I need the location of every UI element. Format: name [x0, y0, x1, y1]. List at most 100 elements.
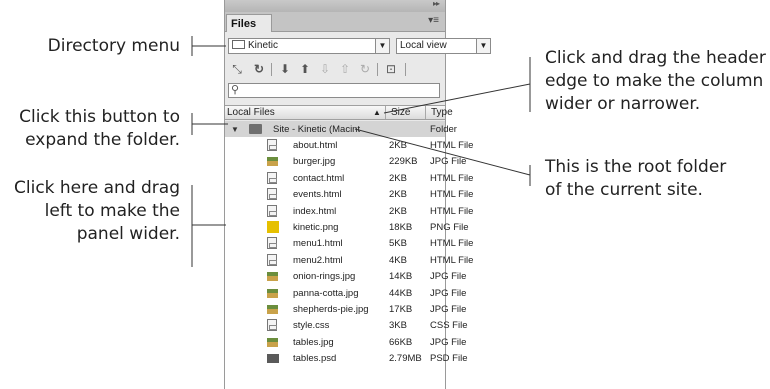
- file-size: 66KB: [389, 336, 413, 348]
- sort-ascending-icon[interactable]: ▲: [373, 108, 381, 117]
- callout-line: left to make the: [44, 201, 180, 221]
- callout-line: Directory menu: [47, 36, 180, 56]
- css-file-icon: [267, 319, 277, 332]
- file-size: 17KB: [389, 304, 413, 315]
- file-name: shepherds-pie.jpg: [293, 304, 369, 315]
- callout-line: Click this button to: [19, 107, 180, 127]
- file-list: ▼ Site - Kinetic (Macint Folder about.ht…: [225, 121, 473, 389]
- file-search-input[interactable]: ⚲: [228, 83, 440, 98]
- site-directory-menu[interactable]: Kinetic ▼: [228, 38, 390, 54]
- html-file-icon: [267, 171, 277, 184]
- toolbar-divider: [405, 63, 406, 76]
- callout-root-folder: This is the root folder of the current s…: [545, 156, 770, 202]
- panel-options-menu-icon[interactable]: ▾≡: [428, 15, 439, 26]
- expand-folder-icon[interactable]: ▼: [231, 125, 239, 134]
- html-file-icon: [267, 188, 277, 201]
- leader-directory-menu: [191, 36, 226, 56]
- column-resize-handle[interactable]: [385, 106, 386, 119]
- collapse-panel-icon[interactable]: ▸▸: [433, 0, 440, 8]
- file-name: tables.jpg: [293, 336, 334, 348]
- file-size: 2KB: [389, 189, 407, 201]
- file-row[interactable]: style.css 3KB CSS File: [225, 317, 467, 333]
- file-name: index.html: [293, 205, 337, 217]
- column-header-size[interactable]: Size: [391, 107, 410, 118]
- file-row[interactable]: contact.html 2KB HTML File: [225, 170, 473, 186]
- panel-tab-row: Files ▾≡: [225, 12, 445, 32]
- view-menu[interactable]: Local view ▼: [396, 38, 491, 54]
- file-name: kinetic.png: [293, 222, 339, 233]
- file-name: menu1.html: [293, 238, 343, 250]
- search-icon: ⚲: [231, 84, 240, 96]
- callout-line: Click and drag the header: [545, 48, 766, 68]
- file-name: burger.jpg: [293, 156, 336, 168]
- file-row[interactable]: onion-rings.jpg 14KB JPG File: [225, 268, 466, 284]
- jpg-file-icon: [267, 272, 278, 282]
- file-type: PSD File: [430, 353, 468, 365]
- toolbar-divider: [271, 63, 272, 76]
- put-files-icon[interactable]: ⬆: [297, 60, 313, 78]
- file-size: 18KB: [389, 222, 413, 233]
- file-row[interactable]: kinetic.png 18KB PNG File: [225, 219, 469, 235]
- tab-files[interactable]: Files: [226, 14, 272, 32]
- file-name: style.css: [293, 320, 330, 332]
- file-type: CSS File: [430, 320, 468, 332]
- site-dropdown-value: Kinetic: [248, 40, 279, 51]
- check-in-icon[interactable]: ⇧: [337, 60, 353, 78]
- file-row[interactable]: shepherds-pie.jpg 17KB JPG File: [225, 301, 466, 317]
- root-folder-row[interactable]: ▼ Site - Kinetic (Macint Folder: [225, 121, 457, 137]
- file-size: 4KB: [389, 254, 407, 266]
- file-row[interactable]: about.html 2KB HTML File: [225, 137, 473, 153]
- file-row[interactable]: tables.psd 2.79MB PSD File: [225, 350, 467, 366]
- file-name: events.html: [293, 189, 342, 201]
- callout-drag-header: Click and drag the header edge to make t…: [545, 47, 770, 116]
- html-file-icon: [267, 253, 277, 266]
- file-type: JPG File: [430, 156, 467, 168]
- file-name: panna-cotta.jpg: [293, 287, 359, 299]
- refresh-icon[interactable]: ↻: [251, 60, 267, 78]
- file-name: about.html: [293, 140, 338, 151]
- callout-line: Click here and drag: [14, 178, 180, 198]
- file-row[interactable]: events.html 2KB HTML File: [225, 186, 473, 202]
- column-resize-handle[interactable]: [425, 106, 426, 119]
- file-size: 2KB: [389, 172, 407, 184]
- file-type: JPG File: [430, 304, 467, 315]
- callout-line: This is the root folder: [545, 157, 727, 177]
- expand-panel-icon[interactable]: ⊡: [383, 60, 399, 78]
- png-file-icon: [267, 221, 279, 233]
- file-row[interactable]: menu2.html 4KB HTML File: [225, 252, 473, 268]
- files-toolbar: ⤡ ↻ ⬇ ⬆ ⇩ ⇧ ↻ ⊡: [229, 60, 441, 80]
- column-header-type[interactable]: Type: [431, 107, 453, 118]
- panel-title-bar[interactable]: ▸▸: [225, 0, 445, 12]
- file-row[interactable]: burger.jpg 229KB JPG File: [225, 153, 466, 169]
- check-out-icon[interactable]: ⇩: [317, 60, 333, 78]
- jpg-file-icon: [267, 305, 278, 314]
- callout-directory-menu: Directory menu: [0, 35, 180, 58]
- get-files-icon[interactable]: ⬇: [277, 60, 293, 78]
- leader-drag-panel: [191, 185, 226, 267]
- file-type: PNG File: [430, 222, 469, 233]
- connect-icon[interactable]: ⤡: [229, 60, 245, 78]
- file-size: 2KB: [389, 205, 407, 217]
- file-type: JPG File: [430, 336, 467, 348]
- sync-icon[interactable]: ↻: [357, 60, 373, 78]
- file-size: 2.79MB: [389, 353, 422, 365]
- toolbar-divider: [377, 63, 378, 76]
- file-size: 44KB: [389, 287, 413, 299]
- html-file-icon: [267, 237, 277, 250]
- jpg-file-icon: [267, 288, 278, 298]
- root-folder-type: Folder: [430, 124, 457, 135]
- file-row[interactable]: menu1.html 5KB HTML File: [225, 235, 473, 251]
- file-row[interactable]: tables.jpg 66KB JPG File: [225, 334, 466, 350]
- file-name: onion-rings.jpg: [293, 271, 356, 283]
- callout-expand-button: Click this button to expand the folder.: [0, 106, 180, 152]
- file-row[interactable]: index.html 2KB HTML File: [225, 203, 473, 219]
- callout-drag-panel: Click here and drag left to make the pan…: [0, 177, 180, 246]
- column-header-local-files[interactable]: Local Files: [227, 107, 275, 118]
- psd-file-icon: [267, 354, 279, 364]
- file-type: JPG File: [430, 271, 467, 283]
- file-row[interactable]: panna-cotta.jpg 44KB JPG File: [225, 285, 466, 301]
- html-file-icon: [267, 139, 277, 151]
- callout-line: wider or narrower.: [545, 94, 701, 114]
- file-type: HTML File: [430, 238, 474, 250]
- jpg-file-icon: [267, 157, 278, 167]
